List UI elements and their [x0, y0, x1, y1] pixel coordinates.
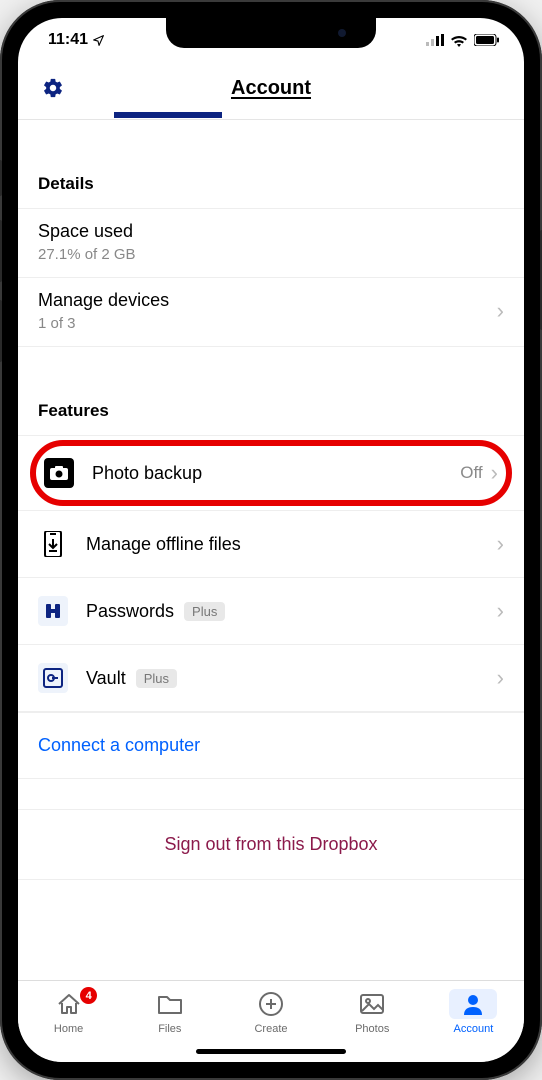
manage-devices-label: Manage devices: [38, 290, 489, 311]
tab-create[interactable]: Create: [220, 989, 321, 1035]
details-section-title: Details: [18, 174, 524, 208]
tab-files[interactable]: Files: [119, 989, 220, 1035]
plus-circle-icon: [258, 991, 284, 1017]
passwords-icon: [38, 596, 68, 626]
photo-backup-label: Photo backup: [92, 463, 202, 484]
space-used-label: Space used: [38, 221, 504, 242]
vault-icon: [38, 663, 68, 693]
manage-offline-label: Manage offline files: [86, 534, 241, 555]
cellular-icon: [426, 34, 444, 46]
vault-badge: Plus: [136, 669, 177, 688]
tab-home[interactable]: 4 Home: [18, 989, 119, 1035]
space-used-row[interactable]: Space used 27.1% of 2 GB: [18, 208, 524, 277]
chevron-right-icon: ›: [497, 298, 504, 324]
location-arrow-icon: [92, 34, 105, 47]
nav-header: Account: [18, 62, 524, 114]
chevron-right-icon: ›: [497, 665, 504, 691]
notch: [166, 18, 376, 48]
battery-icon: [474, 34, 500, 46]
tab-home-label: Home: [54, 1023, 83, 1035]
photo-backup-highlight: Photo backup Off ›: [30, 440, 512, 506]
wifi-icon: [450, 34, 468, 47]
features-section-title: Features: [18, 401, 524, 435]
chevron-right-icon: ›: [497, 531, 504, 557]
passwords-badge: Plus: [184, 602, 225, 621]
offline-files-icon: [38, 529, 68, 559]
camera-icon: [44, 458, 74, 488]
phone-frame: 11:41 Account: [0, 0, 542, 1080]
screen: 11:41 Account: [18, 18, 524, 1062]
passwords-label: Passwords: [86, 601, 174, 622]
home-badge: 4: [80, 987, 97, 1004]
vault-label: Vault: [86, 668, 126, 689]
connect-computer-label: Connect a computer: [38, 735, 200, 755]
passwords-row[interactable]: Passwords Plus ›: [18, 577, 524, 644]
tab-photos[interactable]: Photos: [322, 989, 423, 1035]
tab-create-label: Create: [254, 1023, 287, 1035]
manage-offline-row[interactable]: Manage offline files ›: [18, 510, 524, 577]
manage-devices-row[interactable]: Manage devices 1 of 3 ›: [18, 277, 524, 347]
tab-photos-label: Photos: [355, 1023, 389, 1035]
status-time: 11:41: [48, 31, 88, 49]
sign-out-label: Sign out from this Dropbox: [164, 834, 377, 854]
vault-row[interactable]: Vault Plus ›: [18, 644, 524, 712]
home-indicator[interactable]: [196, 1049, 346, 1054]
home-icon: [56, 992, 82, 1016]
connect-computer-row[interactable]: Connect a computer: [18, 712, 524, 779]
tab-files-label: Files: [158, 1023, 181, 1035]
page-title: Account: [231, 77, 311, 100]
image-icon: [359, 993, 385, 1015]
chevron-right-icon: ›: [491, 460, 498, 486]
active-tab-indicator: [114, 112, 222, 118]
photo-backup-row[interactable]: Photo backup: [92, 463, 460, 484]
gear-icon: [42, 77, 64, 99]
tab-account[interactable]: Account: [423, 989, 524, 1035]
sign-out-row[interactable]: Sign out from this Dropbox: [18, 809, 524, 880]
tab-strip: [18, 114, 524, 120]
content-scroll[interactable]: Details Space used 27.1% of 2 GB Manage …: [18, 120, 524, 980]
chevron-right-icon: ›: [497, 598, 504, 624]
settings-button[interactable]: [42, 77, 64, 99]
photo-backup-value: Off: [460, 463, 482, 483]
folder-icon: [157, 993, 183, 1015]
tab-account-label: Account: [454, 1023, 494, 1035]
manage-devices-value: 1 of 3: [38, 315, 489, 332]
person-icon: [462, 993, 484, 1015]
space-used-value: 27.1% of 2 GB: [38, 246, 504, 263]
